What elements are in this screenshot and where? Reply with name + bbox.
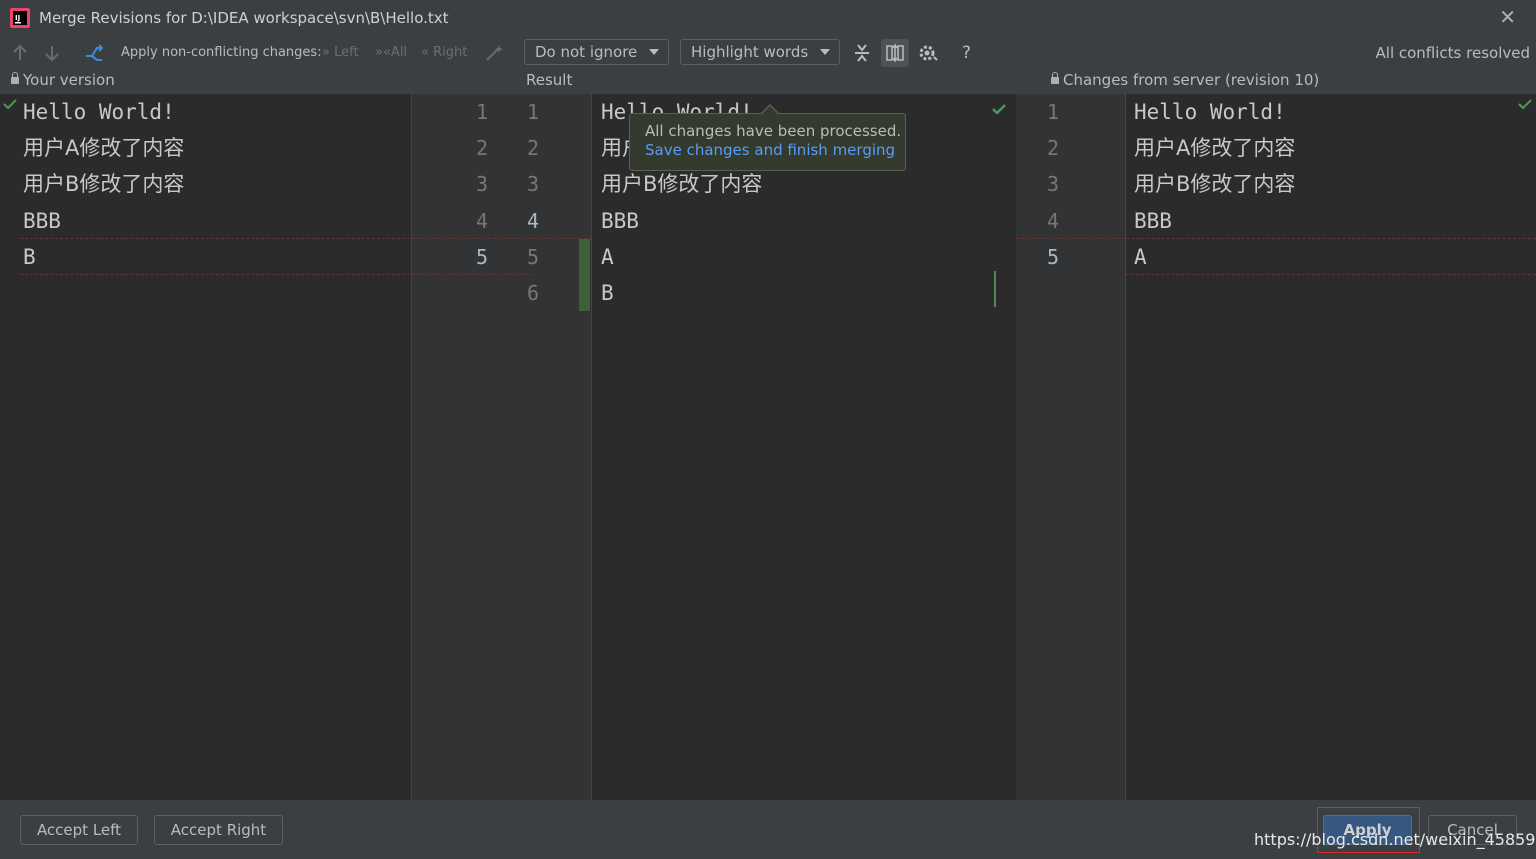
conflict-boundary: [1016, 238, 1536, 239]
conflict-boundary: [1126, 274, 1536, 275]
result-line: 用户B修改了内容: [601, 172, 763, 196]
apply-all-label: All: [390, 45, 408, 60]
apply-right-label: Right: [433, 45, 468, 60]
tooltip-message: All changes have been processed.: [645, 122, 902, 140]
close-icon[interactable]: ✕: [1499, 7, 1516, 27]
lock-icon: [1051, 72, 1059, 84]
left-line: 用户B修改了内容: [23, 172, 185, 196]
left-line-number: 3: [475, 172, 488, 196]
right-line: Hello World!: [1134, 100, 1286, 124]
right-pane-header: Changes from server (revision 10): [1051, 71, 1319, 89]
right-line-number: 5: [1046, 245, 1059, 269]
checkmark-icon: [1518, 99, 1532, 109]
left-line: 用户A修改了内容: [23, 136, 185, 160]
result-line-number: 5: [526, 245, 539, 269]
result-line-number: 6: [526, 281, 539, 305]
result-pane-title: Result: [526, 71, 573, 89]
left-pane-header: Your version: [11, 71, 115, 89]
conflict-boundary: [20, 274, 410, 275]
checkmark-icon: [992, 104, 1006, 114]
divider: [591, 94, 592, 800]
right-line: A: [1134, 245, 1147, 269]
conflict-boundary: [20, 238, 410, 239]
svg-text:IJ: IJ: [15, 14, 20, 22]
save-and-finish-link[interactable]: Save changes and finish merging: [645, 141, 895, 159]
right-pane-title: Changes from server (revision 10): [1063, 71, 1320, 89]
right-line-number: 2: [1046, 136, 1059, 160]
chevron-down-icon: [820, 49, 830, 55]
conflicts-status: All conflicts resolved: [1375, 44, 1530, 62]
right-line-number: 1: [1046, 100, 1059, 124]
gear-icon[interactable]: [917, 42, 939, 64]
apply-non-conflicting-label: Apply non-conflicting changes:: [121, 45, 322, 60]
change-marker: [994, 271, 996, 307]
left-line-number: 1: [475, 100, 488, 124]
left-line-number: 5: [475, 245, 488, 269]
result-line-number: 3: [526, 172, 539, 196]
right-line: 用户B修改了内容: [1134, 172, 1296, 196]
accept-right-button[interactable]: Accept Right: [154, 815, 283, 845]
left-pane-title: Your version: [23, 71, 115, 89]
tooltip-pointer-fill: [762, 106, 778, 114]
sync-scroll-toggle[interactable]: [881, 39, 909, 67]
double-chevron-both-icon: »«: [375, 45, 391, 60]
window-title: Merge Revisions for D:\IDEA workspace\sv…: [39, 9, 449, 27]
double-chevron-right-icon: »: [322, 45, 330, 60]
collapse-unchanged-icon[interactable]: [851, 42, 873, 64]
right-line: 用户A修改了内容: [1134, 136, 1296, 160]
highlight-mode-dropdown[interactable]: Highlight words: [680, 39, 840, 65]
right-line-number: 4: [1046, 209, 1059, 233]
apply-left-button[interactable]: » Left: [322, 45, 359, 60]
left-line-number: 2: [475, 136, 488, 160]
left-line-number: 4: [475, 209, 488, 233]
checkmark-icon: [3, 99, 17, 109]
result-line: A: [601, 245, 614, 269]
previous-difference-icon[interactable]: [9, 42, 31, 64]
divider: [1125, 94, 1126, 800]
whitespace-ignore-dropdown[interactable]: Do not ignore: [524, 39, 669, 65]
result-line: B: [601, 281, 614, 305]
sync-scroll-icon: [886, 43, 904, 63]
next-difference-icon[interactable]: [41, 42, 63, 64]
intellij-app-icon: IJ: [10, 8, 30, 28]
result-line-number: 1: [526, 100, 539, 124]
double-chevron-left-icon: «: [421, 45, 429, 60]
right-line-number: 3: [1046, 172, 1059, 196]
chevron-down-icon: [649, 49, 659, 55]
left-result-gutter: [412, 94, 592, 800]
lock-icon: [11, 72, 19, 84]
watermark-text: https://blog.csdn.net/weixin_45859844: [1254, 830, 1536, 849]
accept-left-button[interactable]: Accept Left: [20, 815, 138, 845]
result-line-number: 4: [526, 209, 539, 233]
apply-left-label: Left: [334, 45, 359, 60]
conflict-boundary: [412, 238, 592, 239]
apply-right-button[interactable]: « Right: [421, 45, 467, 60]
divider: [411, 94, 412, 800]
whitespace-ignore-value: Do not ignore: [535, 43, 638, 61]
merge-complete-tooltip: All changes have been processed. Save ch…: [629, 113, 906, 171]
help-button[interactable]: ?: [962, 43, 971, 63]
highlight-mode-value: Highlight words: [691, 43, 809, 61]
magic-resolve-icon[interactable]: [483, 42, 505, 64]
result-line-number: 2: [526, 136, 539, 160]
left-line: BBB: [23, 209, 61, 233]
right-line: BBB: [1134, 209, 1172, 233]
left-line: Hello World!: [23, 100, 175, 124]
result-line: BBB: [601, 209, 639, 233]
left-line: B: [23, 245, 36, 269]
apply-non-conflicting-icon[interactable]: [83, 42, 105, 64]
change-marker: [579, 239, 590, 311]
apply-all-button[interactable]: »«All: [375, 45, 407, 60]
